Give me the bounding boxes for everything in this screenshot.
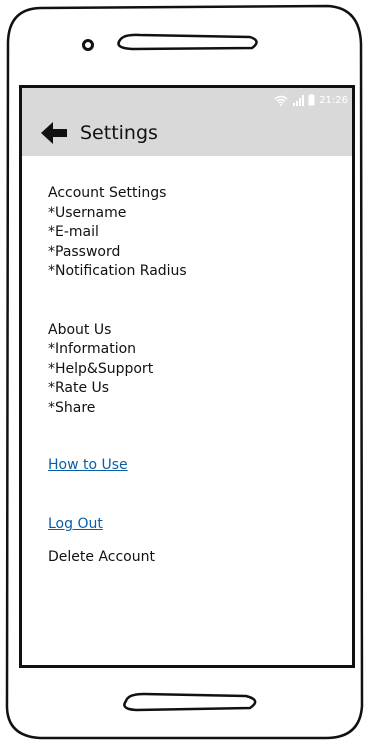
log-out-row: Log Out bbox=[48, 513, 338, 532]
about-rate-us[interactable]: *Rate Us bbox=[48, 379, 338, 399]
account-settings-section: Account Settings *Username *E-mail *Pass… bbox=[48, 184, 338, 282]
setting-username[interactable]: *Username bbox=[48, 204, 338, 224]
page-title: Settings bbox=[80, 122, 158, 144]
about-us-section: About Us *Information *Help&Support *Rat… bbox=[48, 321, 338, 419]
app-bar: Settings bbox=[22, 110, 352, 156]
account-settings-header: Account Settings bbox=[48, 185, 167, 201]
status-time: 21:26 bbox=[319, 94, 348, 106]
about-information[interactable]: *Information bbox=[48, 340, 338, 360]
arrow-left-icon bbox=[41, 122, 67, 144]
how-to-use-row: How to Use bbox=[48, 454, 338, 473]
home-button[interactable] bbox=[123, 692, 257, 712]
about-us-header: About Us bbox=[48, 321, 112, 338]
camera-icon bbox=[82, 39, 94, 51]
delete-account-button[interactable]: Delete Account bbox=[48, 549, 338, 565]
back-button[interactable] bbox=[32, 110, 76, 156]
battery-icon bbox=[308, 94, 315, 106]
log-out-link[interactable]: Log Out bbox=[48, 516, 103, 532]
status-icons: 21:26 bbox=[274, 93, 348, 107]
how-to-use-link[interactable]: How to Use bbox=[48, 457, 128, 473]
setting-email[interactable]: *E-mail bbox=[48, 223, 338, 243]
wifi-icon bbox=[274, 95, 288, 106]
setting-password[interactable]: *Password bbox=[48, 243, 338, 263]
status-bar: 21:26 bbox=[22, 88, 352, 110]
settings-list: Account Settings *Username *E-mail *Pass… bbox=[48, 184, 338, 565]
cell-signal-icon bbox=[293, 94, 305, 106]
about-share[interactable]: *Share bbox=[48, 399, 338, 419]
setting-notification-radius[interactable]: *Notification Radius bbox=[48, 262, 338, 282]
about-help-support[interactable]: *Help&Support bbox=[48, 360, 338, 380]
